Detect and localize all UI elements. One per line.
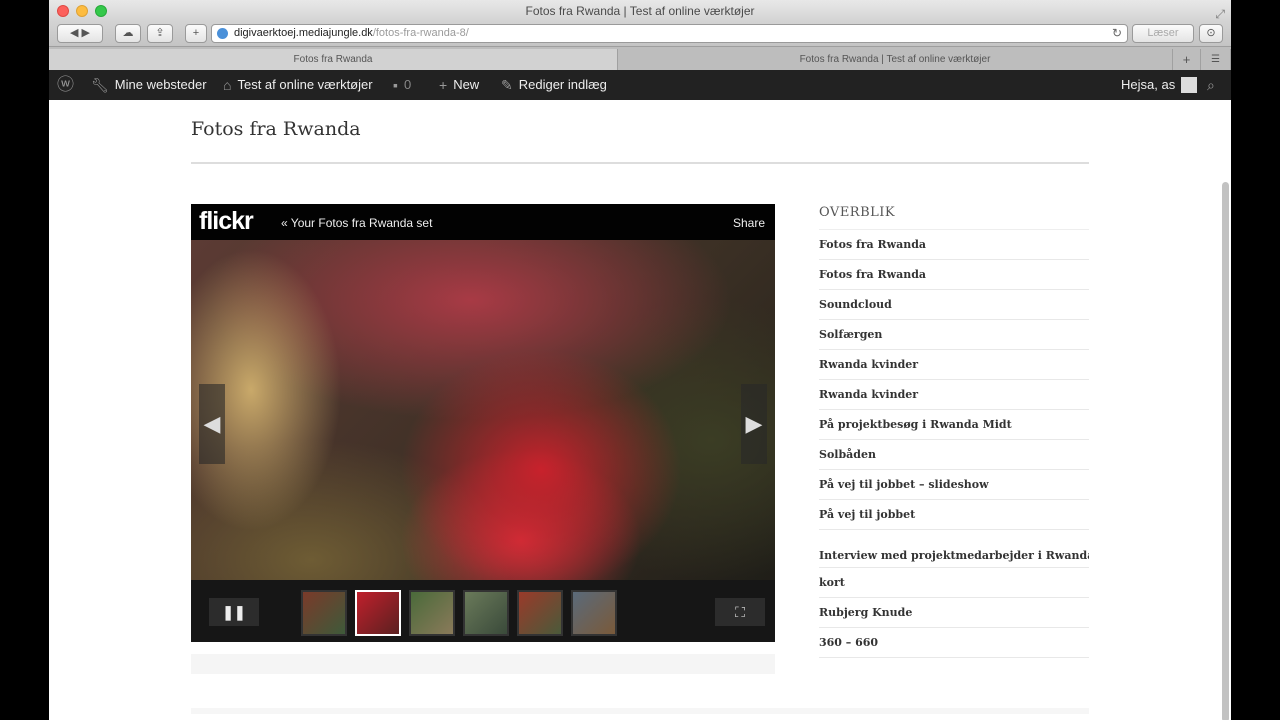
new-label: New bbox=[453, 77, 480, 92]
sidebar-post-link[interactable]: På projektbesøg i Rwanda Midt bbox=[819, 410, 1089, 440]
sidebar-post-link[interactable]: Fotos fra Rwanda bbox=[819, 260, 1089, 290]
edit-label: Rediger indlæg bbox=[518, 77, 607, 92]
slideshow-photo[interactable] bbox=[191, 240, 775, 580]
browser-window: Fotos fra Rwanda | Test af online værktø… bbox=[49, 0, 1231, 720]
sidebar-post-link[interactable]: Solbåden bbox=[819, 440, 1089, 470]
chevron-right-icon: ▶ bbox=[745, 411, 763, 436]
share-link[interactable]: Share bbox=[733, 216, 765, 230]
back-forward-buttons[interactable]: ◀ ▶ bbox=[57, 24, 103, 43]
sidebar-post-link[interactable]: Fotos fra Rwanda bbox=[819, 230, 1089, 260]
new-tab-plus-button[interactable]: + bbox=[185, 24, 207, 43]
chevron-left-icon: ◀ bbox=[203, 411, 221, 436]
icloud-tabs-button[interactable]: ☁ bbox=[115, 24, 141, 43]
address-bar[interactable]: digivaerktoej.mediajungle.dk/fotos-fra-r… bbox=[211, 24, 1128, 43]
search-icon[interactable]: ⌕ bbox=[1207, 70, 1215, 100]
sidebar-post-link[interactable]: kort bbox=[819, 568, 1089, 598]
close-window-button[interactable] bbox=[57, 5, 69, 17]
site-name-label: Test af online værktøjer bbox=[237, 77, 373, 92]
content-divider bbox=[191, 708, 1089, 714]
page-scrollbar[interactable] bbox=[1222, 182, 1229, 720]
embed-shadow bbox=[191, 654, 775, 674]
sidebar-post-link[interactable]: Rwanda kvinder bbox=[819, 380, 1089, 410]
sidebar-post-link[interactable]: Interview med projektmedarbejder i Rwand… bbox=[819, 530, 1089, 568]
my-sites-label: Mine websteder bbox=[114, 77, 207, 92]
minimize-window-button[interactable] bbox=[76, 5, 88, 17]
sidebar-post-link[interactable]: På vej til jobbet – slideshow bbox=[819, 470, 1089, 500]
globe-icon bbox=[217, 28, 228, 39]
thumbnail[interactable] bbox=[301, 590, 347, 636]
page-title: Fotos fra Rwanda bbox=[191, 118, 361, 140]
tab-fotos-test[interactable]: Fotos fra Rwanda | Test af online værktø… bbox=[618, 49, 1173, 70]
sidebar-post-link[interactable]: Soundcloud bbox=[819, 290, 1089, 320]
new-content-menu[interactable]: + New bbox=[439, 70, 479, 100]
thumbnail[interactable] bbox=[409, 590, 455, 636]
fullscreen-button[interactable]: ⛶ bbox=[715, 598, 765, 626]
comment-icon: ▪ bbox=[393, 77, 398, 93]
wp-admin-bar: ⓦ 🔧︎ Mine websteder ⌂ Test af online vær… bbox=[49, 70, 1231, 100]
title-divider bbox=[191, 162, 1089, 164]
url-host: digivaerktoej.mediajungle.dk bbox=[234, 27, 373, 39]
comments-menu[interactable]: ▪ 0 bbox=[393, 70, 411, 100]
site-name-menu[interactable]: ⌂ Test af online værktøjer bbox=[223, 70, 373, 100]
url-path: /fotos-fra-rwanda-8/ bbox=[372, 27, 469, 39]
slideshow-controls: ❚❚ ⛶ bbox=[191, 580, 775, 642]
reader-button[interactable]: Læser bbox=[1132, 24, 1194, 43]
sidebar-post-link[interactable]: 360 – 660 bbox=[819, 628, 1089, 658]
tab-label: Fotos fra Rwanda bbox=[293, 54, 373, 65]
my-sites-menu[interactable]: 🔧︎ Mine websteder bbox=[91, 70, 207, 100]
expand-icon: ⛶ bbox=[735, 604, 745, 620]
edit-post-link[interactable]: ✎ Rediger indlæg bbox=[501, 70, 607, 100]
flickr-slideshow[interactable]: flickr « Your Fotos fra Rwanda set Share… bbox=[191, 204, 775, 642]
thumbnail[interactable] bbox=[517, 590, 563, 636]
thumbnail[interactable] bbox=[571, 590, 617, 636]
wrench-icon: 🔧︎ bbox=[91, 77, 109, 93]
account-menu[interactable]: Hejsa, as bbox=[1121, 70, 1198, 100]
widget-title: OVERBLIK bbox=[819, 204, 1089, 230]
title-bar: Fotos fra Rwanda | Test af online værktø… bbox=[49, 0, 1231, 22]
pause-icon: ❚❚ bbox=[222, 604, 246, 620]
wordpress-logo-icon[interactable]: ⓦ bbox=[57, 70, 74, 100]
thumbnail[interactable] bbox=[463, 590, 509, 636]
new-tab-button[interactable]: + bbox=[1173, 49, 1201, 70]
thumbnail-active[interactable] bbox=[355, 590, 401, 636]
previous-photo-button[interactable]: ◀ bbox=[199, 384, 225, 464]
back-to-set-link[interactable]: « Your Fotos fra Rwanda set bbox=[281, 216, 432, 230]
sidebar-post-link[interactable]: Solfærgen bbox=[819, 320, 1089, 350]
share-button[interactable]: ⇪ bbox=[147, 24, 173, 43]
flickr-logo[interactable]: flickr bbox=[199, 207, 254, 236]
window-title: Fotos fra Rwanda | Test af online værktø… bbox=[525, 4, 755, 18]
tab-fotos-fra-rwanda[interactable]: Fotos fra Rwanda bbox=[49, 49, 618, 70]
sidebar-post-link[interactable]: Rubjerg Knude bbox=[819, 598, 1089, 628]
plus-icon: + bbox=[439, 77, 448, 93]
sidebar: OVERBLIK Fotos fra Rwanda Fotos fra Rwan… bbox=[819, 204, 1089, 658]
flickr-header: flickr « Your Fotos fra Rwanda set Share bbox=[191, 204, 775, 240]
home-icon: ⌂ bbox=[223, 77, 232, 93]
avatar bbox=[1181, 77, 1198, 93]
comments-count: 0 bbox=[403, 77, 412, 92]
downloads-button[interactable]: ⊙ bbox=[1199, 24, 1223, 43]
sidebar-post-link[interactable]: På vej til jobbet bbox=[819, 500, 1089, 530]
sidebar-post-link[interactable]: Rwanda kvinder bbox=[819, 350, 1089, 380]
tab-label: Fotos fra Rwanda | Test af online værktø… bbox=[799, 54, 991, 65]
zoom-window-button[interactable] bbox=[95, 5, 107, 17]
pause-button[interactable]: ❚❚ bbox=[209, 598, 259, 626]
pencil-icon: ✎ bbox=[501, 77, 513, 93]
tab-bar: Fotos fra Rwanda Fotos fra Rwanda | Test… bbox=[49, 46, 1231, 70]
greeting-label: Hejsa, as bbox=[1121, 77, 1176, 92]
browser-toolbar: ◀ ▶ ☁ ⇪ + digivaerktoej.mediajungle.dk/f… bbox=[49, 22, 1231, 46]
tab-overview-icon[interactable]: ☰ bbox=[1201, 49, 1231, 70]
reload-icon[interactable]: ↻ bbox=[1112, 25, 1122, 42]
next-photo-button[interactable]: ▶ bbox=[741, 384, 767, 464]
